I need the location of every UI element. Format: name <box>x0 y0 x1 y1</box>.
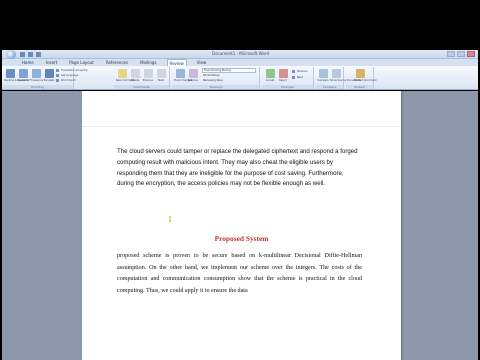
document-workspace: The cloud servers could tamper or replac… <box>2 91 478 360</box>
new-comment-button[interactable]: New Comment <box>116 69 135 82</box>
balloons-button[interactable]: Balloons <box>187 69 199 82</box>
paragraph-1[interactable]: The cloud servers could tamper or replac… <box>117 147 362 190</box>
group-label-proofing: Proofing <box>2 85 73 89</box>
word-count-button[interactable]: Word Count <box>56 78 76 82</box>
protect-document-button[interactable]: Protect Document <box>354 69 377 82</box>
previous-comment-button[interactable]: Previous <box>142 69 154 82</box>
translate-button[interactable]: Translate <box>43 69 55 82</box>
maximize-button[interactable] <box>457 51 465 57</box>
undo-icon[interactable] <box>28 52 33 57</box>
redo-icon[interactable] <box>36 52 41 57</box>
paragraph-2[interactable]: proposed scheme is proven to be secure b… <box>117 251 362 297</box>
next-change-button[interactable]: Next <box>292 75 303 79</box>
section-heading[interactable]: Proposed System <box>82 234 401 243</box>
compare-button[interactable]: Compare <box>317 69 329 82</box>
language-icon <box>56 73 59 77</box>
close-button[interactable] <box>467 51 475 57</box>
group-label-protect: Protect <box>346 85 373 89</box>
set-language-button[interactable]: Set Language <box>56 73 78 77</box>
document-page[interactable]: The cloud servers could tamper or replac… <box>82 91 401 360</box>
tab-home[interactable]: Home <box>20 59 36 66</box>
group-label-comments: Comments <box>114 85 169 89</box>
group-label-changes: Changes <box>262 85 313 89</box>
screentip-icon <box>56 68 59 72</box>
window-controls <box>447 51 475 57</box>
next-comment-icon <box>156 69 166 78</box>
thesaurus-icon <box>31 69 41 78</box>
group-compare: Compare Show Source Documents Compare <box>316 67 361 89</box>
lock-icon <box>355 69 365 78</box>
track-changes-icon <box>175 69 185 78</box>
group-comments: New Comment Delete Previous Next Comment… <box>114 67 170 89</box>
new-comment-icon <box>117 69 127 78</box>
group-protect: Protect Document Protect <box>346 67 377 89</box>
office-button[interactable] <box>6 50 16 59</box>
ribbon: Spelling & Grammar Research Thesaurus Tr… <box>2 66 478 90</box>
group-label-compare: Compare <box>316 85 343 89</box>
compare-icon <box>318 69 328 78</box>
thesaurus-button[interactable]: Thesaurus <box>30 69 43 82</box>
reviewing-pane-dropdown[interactable]: Reviewing Pane <box>202 79 242 84</box>
next-change-icon <box>292 75 295 79</box>
ribbon-tabs: Home Insert Page Layout References Maili… <box>2 59 478 66</box>
spelling-grammar-button[interactable]: Spelling & Grammar <box>4 69 29 82</box>
balloons-icon <box>188 69 198 78</box>
tab-mailings[interactable]: Mailings <box>138 59 158 66</box>
group-proofing: Spelling & Grammar Research Thesaurus Tr… <box>2 67 88 89</box>
display-for-review-dropdown[interactable]: Final Showing Markup <box>202 68 256 73</box>
page-margin-line <box>82 126 401 127</box>
delete-comment-icon <box>130 69 140 78</box>
word-count-icon <box>56 78 59 82</box>
group-changes: Accept Reject Previous Next Changes <box>262 67 314 89</box>
quick-access-toolbar <box>20 52 41 57</box>
tab-review[interactable]: Review <box>166 59 187 66</box>
previous-change-button[interactable]: Previous <box>292 69 308 73</box>
tab-view[interactable]: View <box>195 59 209 66</box>
title-bar: Document1 - Microsoft Word <box>2 50 478 59</box>
previous-change-icon <box>292 69 295 73</box>
translate-icon <box>44 69 54 78</box>
research-button[interactable]: Research <box>17 69 29 82</box>
reject-button[interactable]: Reject <box>277 69 289 82</box>
delete-comment-button[interactable]: Delete <box>129 69 141 82</box>
accept-icon <box>265 69 275 78</box>
reject-icon <box>278 69 288 78</box>
tab-page-layout[interactable]: Page Layout <box>67 59 96 66</box>
track-changes-button[interactable]: Track Changes <box>174 69 192 82</box>
tab-references[interactable]: References <box>104 59 130 66</box>
mouse-cursor-icon <box>169 216 171 222</box>
previous-comment-icon <box>143 69 153 78</box>
save-icon[interactable] <box>20 52 25 57</box>
spelling-icon <box>5 69 15 78</box>
word-window: Document1 - Microsoft Word Home Insert P… <box>0 0 480 360</box>
minimize-button[interactable] <box>447 51 455 57</box>
research-icon <box>18 69 28 78</box>
source-documents-icon <box>331 69 341 78</box>
translation-screentip-button[interactable]: Translation ScreenTip <box>56 68 88 72</box>
tab-insert[interactable]: Insert <box>44 59 59 66</box>
accept-button[interactable]: Accept <box>264 69 276 82</box>
group-label-tracking: Tracking <box>172 85 259 89</box>
show-source-documents-button[interactable]: Show Source Documents <box>330 69 361 82</box>
next-comment-button[interactable]: Next <box>155 69 167 82</box>
window-title: Document1 - Microsoft Word <box>212 51 270 56</box>
group-tracking: Track Changes Balloons Final Showing Mar… <box>172 67 260 89</box>
